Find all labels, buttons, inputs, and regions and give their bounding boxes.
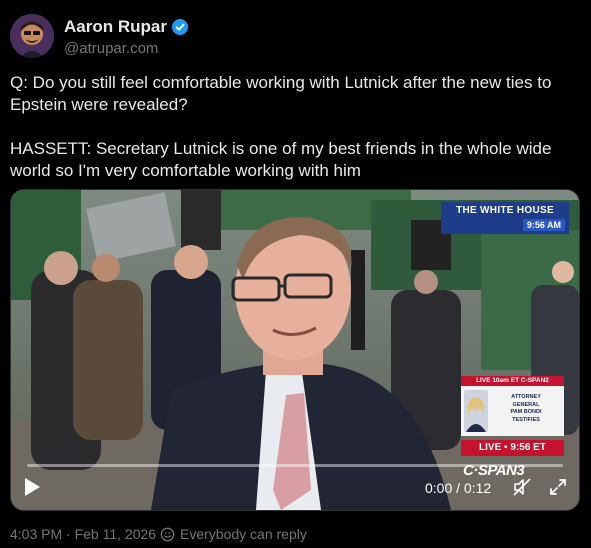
video-time-readout: 0:00 / 0:12 [425, 480, 492, 496]
reply-setting-label: Everybody can reply [180, 526, 307, 542]
tweet-text: Q: Do you still feel comfortable working… [10, 72, 585, 182]
white-house-time: 9:56 AM [522, 219, 565, 231]
avatar-image [10, 14, 54, 58]
bondi-caption: ATTORNEY GENERAL PAM BONDI TESTIFIES [510, 394, 542, 423]
video-progress-bar[interactable] [27, 464, 563, 467]
white-house-label: THE WHITE HOUSE [456, 205, 554, 216]
play-icon[interactable] [23, 477, 41, 497]
bondi-promo-card: ATTORNEY GENERAL PAM BONDI TESTIFIES [461, 386, 564, 436]
live-time-bar: LIVE ▪ 9:56 ET [461, 440, 564, 456]
reply-permission-icon [160, 527, 175, 541]
muted-speaker-icon[interactable] [513, 478, 531, 496]
white-house-badge: THE WHITE HOUSE 9:56 AM [441, 202, 569, 234]
bondi-photo [464, 390, 488, 432]
reply-setting: Everybody can reply [160, 526, 307, 542]
avatar[interactable] [10, 14, 54, 58]
tweet-paragraph-question: Q: Do you still feel comfortable working… [10, 73, 552, 114]
expand-icon[interactable] [549, 478, 567, 496]
tweet-timestamp[interactable]: 4:03 PM · Feb 11, 2026 [10, 526, 156, 542]
video-player[interactable]: THE WHITE HOUSE 9:56 AM LIVE 10am ET C-S… [10, 189, 580, 511]
author-handle[interactable]: @atrupar.com [64, 40, 158, 57]
author-name-row[interactable]: Aaron Rupar [64, 17, 188, 37]
verified-badge-icon [171, 19, 188, 35]
tweet-paragraph-answer: HASSETT: Secretary Lutnick is one of my … [10, 139, 552, 180]
author-display-name[interactable]: Aaron Rupar [64, 17, 167, 37]
live-schedule-strip: LIVE 10am ET C-SPAN2 [461, 376, 564, 386]
